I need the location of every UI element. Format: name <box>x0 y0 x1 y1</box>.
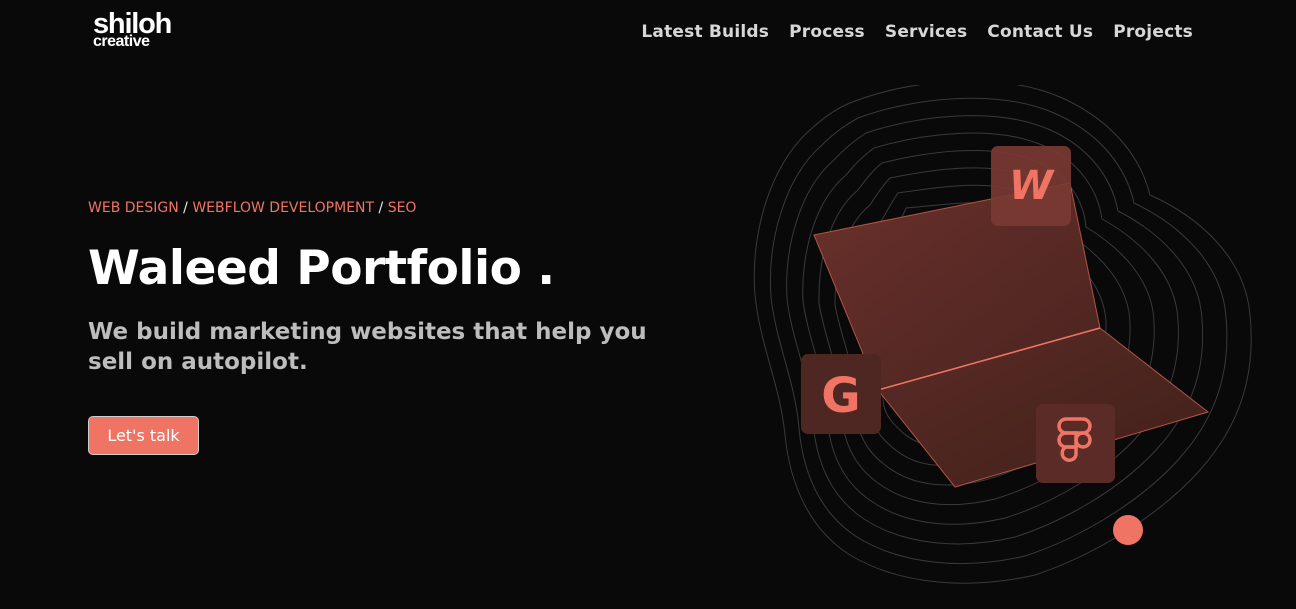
tag-web-design: WEB DESIGN <box>88 200 179 216</box>
nav-item-latest-builds[interactable]: Latest Builds <box>641 22 769 42</box>
nav-item-projects[interactable]: Projects <box>1113 22 1193 42</box>
accent-dot <box>1113 515 1143 545</box>
tag-webflow-development: WEBFLOW DEVELOPMENT <box>192 200 375 216</box>
laptop-illustration: W G <box>753 85 1252 584</box>
webflow-glyph: W <box>1009 163 1055 209</box>
nav-item-process[interactable]: Process <box>789 22 865 42</box>
brand-logo[interactable]: shiloh creative <box>93 10 172 50</box>
laptop <box>813 182 1210 488</box>
google-glyph: G <box>821 368 860 424</box>
service-tags: WEB DESIGN / WEBFLOW DEVELOPMENT / SEO <box>88 200 416 216</box>
figma-icon <box>1036 404 1115 483</box>
nav-item-contact-us[interactable]: Contact Us <box>987 22 1093 42</box>
lets-talk-button[interactable]: Let's talk <box>88 416 199 455</box>
google-icon: G <box>801 354 881 434</box>
tag-seo: SEO <box>387 200 417 216</box>
tag-separator: / <box>378 200 388 216</box>
main-nav: Latest Builds Process Services Contact U… <box>641 22 1193 42</box>
tag-separator: / <box>183 200 193 216</box>
hero-title: Waleed Portfolio . <box>88 241 555 296</box>
nav-item-services[interactable]: Services <box>885 22 967 42</box>
hero-subtitle: We build marketing websites that help yo… <box>88 319 647 375</box>
webflow-icon: W <box>991 146 1071 226</box>
